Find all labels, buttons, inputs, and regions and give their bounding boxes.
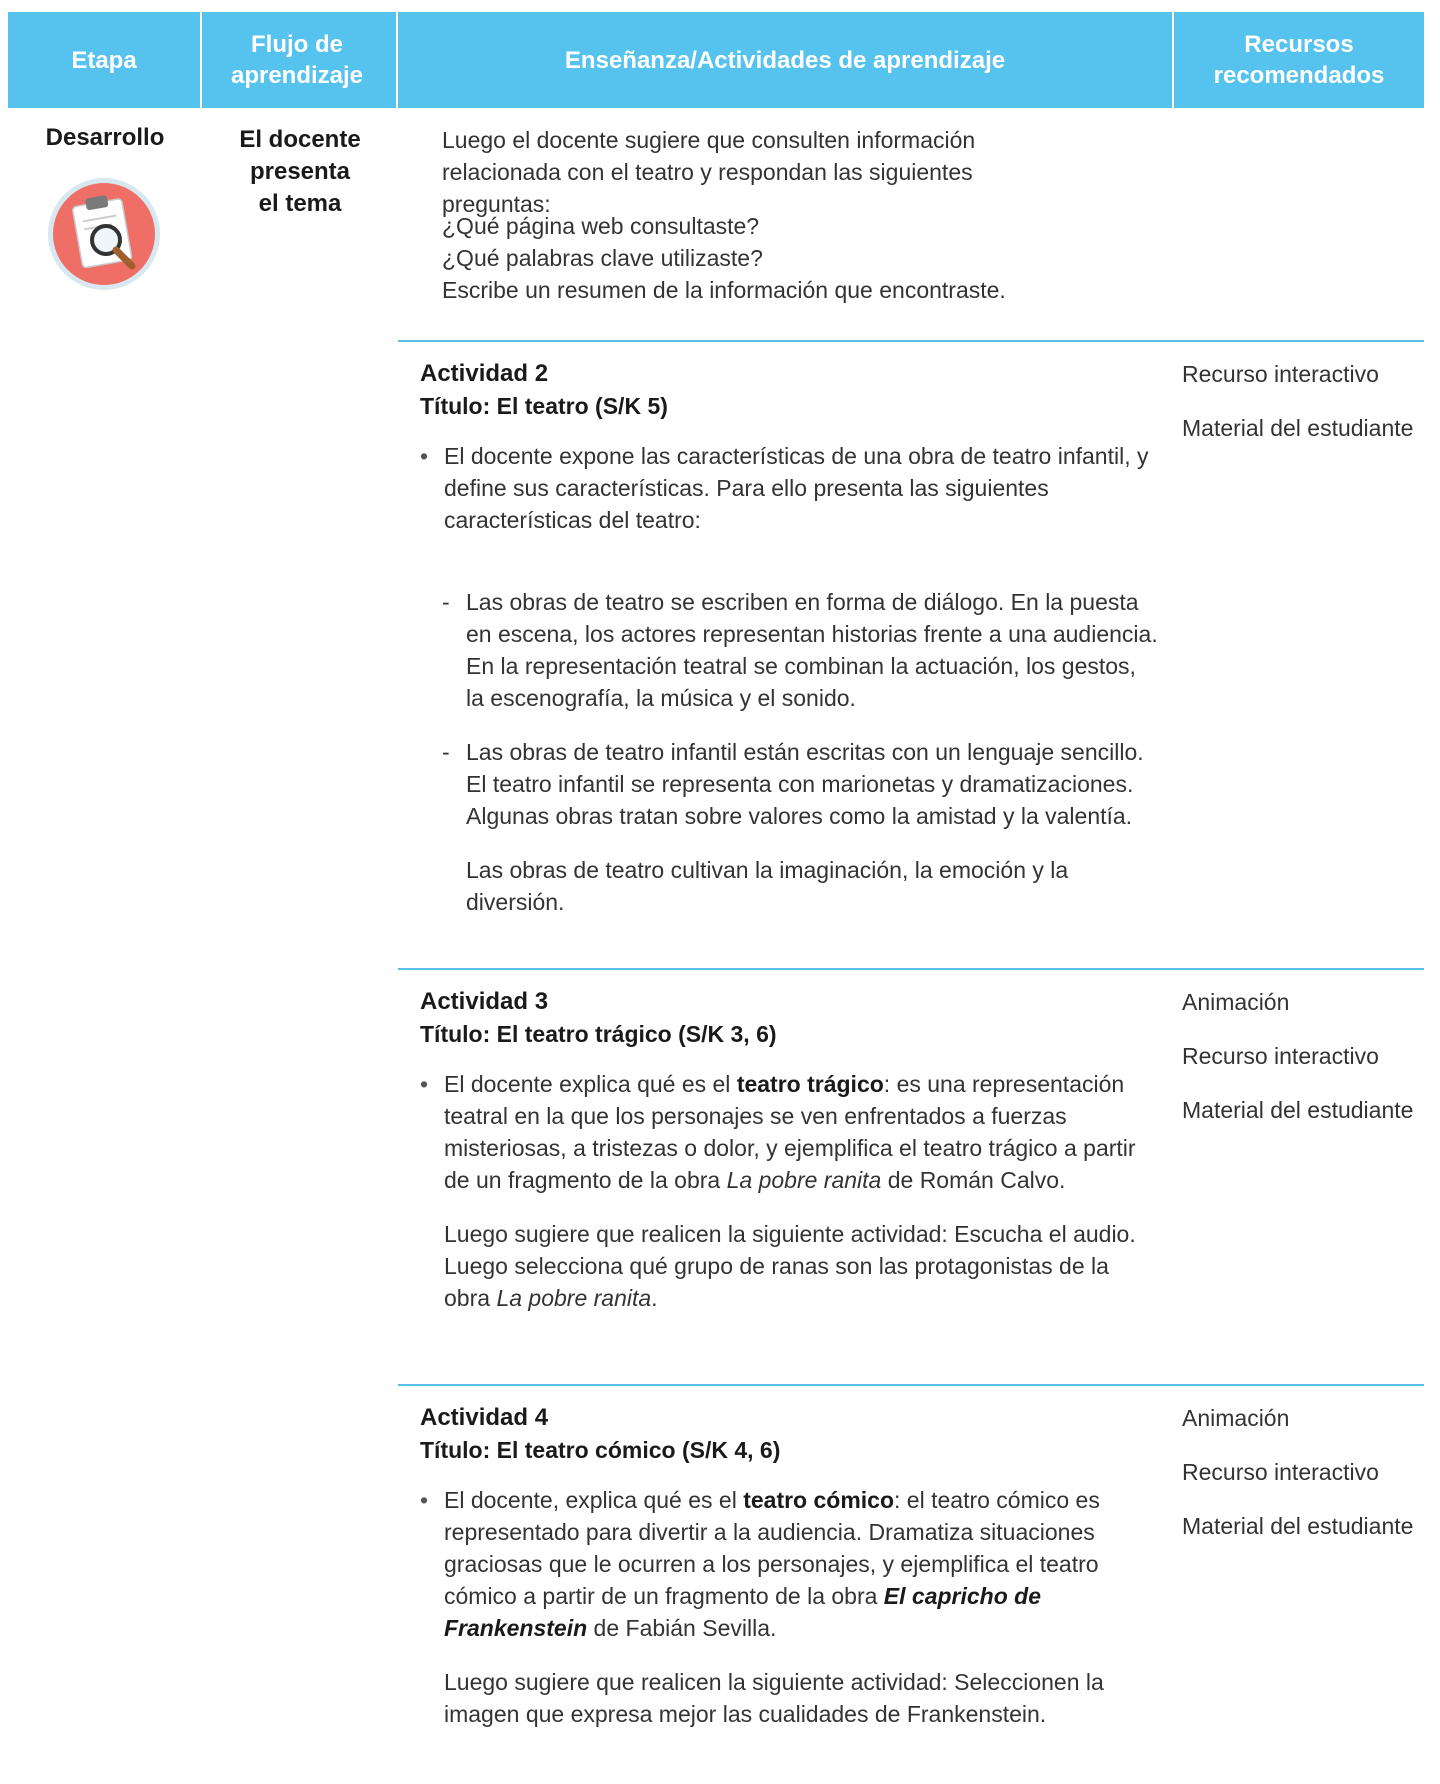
bullet-item: El docente expone las características de…: [420, 440, 1160, 536]
row-divider: [398, 340, 1424, 342]
resources-activity-2: Recurso interactivo Material del estudia…: [1182, 358, 1422, 466]
header-actividades: Enseñanza/Actividades de aprendizaje: [564, 46, 1006, 74]
bullet-item: El docente explica qué es el teatro trág…: [420, 1068, 1160, 1196]
paragraph: Luego sugiere que realicen la siguiente …: [444, 1669, 1104, 1727]
activity-subtitle: Título: El teatro trágico (S/K 3, 6): [420, 1021, 777, 1047]
intro-question-2: ¿Qué palabras clave utilizaste?: [442, 245, 763, 271]
text-run: de Fabián Sevilla.: [587, 1615, 777, 1641]
resource-item: Material del estudiante: [1182, 1513, 1414, 1539]
key-term: teatro cómico: [743, 1487, 895, 1513]
resources-activity-4: Animación Recurso interactivo Material d…: [1182, 1402, 1422, 1564]
paragraph: Luego sugiere que realicen la siguiente …: [420, 1218, 1160, 1314]
flow-label: El docente presenta el tema: [239, 126, 361, 217]
header-recursos: Recursos recomendados: [1213, 31, 1385, 89]
clipboard-magnifier-icon: [48, 178, 160, 290]
dash-item: Las obras de teatro se escriben en forma…: [420, 586, 1160, 714]
text-run: El docente, explica qué es el: [444, 1487, 744, 1513]
text-run: El docente explica qué es el: [444, 1071, 737, 1097]
table-header: Etapa Flujo de aprendizaje Enseñanza/Act…: [8, 12, 1424, 108]
resource-item: Material del estudiante: [1182, 415, 1414, 441]
bullet-item: El docente, explica qué es el teatro cóm…: [420, 1484, 1160, 1644]
activity-2: Actividad 2 Título: El teatro (S/K 5) El…: [420, 358, 1160, 918]
dash-item: Las obras de teatro infantil están escri…: [420, 736, 1160, 832]
intro-question-1: ¿Qué página web consultaste?: [442, 213, 760, 239]
resource-item: Animación: [1182, 1405, 1290, 1431]
resource-item: Recurso interactivo: [1182, 361, 1379, 387]
resource-item: Recurso interactivo: [1182, 1043, 1379, 1069]
activity-subtitle: Título: El teatro (S/K 5): [420, 393, 668, 419]
intro-paragraph: Luego el docente sugiere que consulten i…: [442, 127, 976, 217]
activity-title: Actividad 2: [420, 360, 549, 387]
text-run: .: [651, 1285, 658, 1311]
row-divider: [398, 1384, 1424, 1386]
work-title: La pobre ranita: [726, 1167, 882, 1193]
resources-activity-3: Animación Recurso interactivo Material d…: [1182, 986, 1422, 1148]
resource-item: Material del estudiante: [1182, 1097, 1414, 1123]
activity-subtitle: Título: El teatro cómico (S/K 4, 6): [420, 1437, 781, 1463]
header-flujo: Flujo de aprendizaje: [230, 31, 364, 89]
header-etapa: Etapa: [71, 46, 137, 74]
resource-item: Animación: [1182, 989, 1290, 1015]
work-title: La pobre ranita: [496, 1285, 652, 1311]
activity-3: Actividad 3 Título: El teatro trágico (S…: [420, 986, 1160, 1314]
paragraph: Las obras de teatro cultivan la imaginac…: [466, 857, 1069, 915]
stage-label: Desarrollo: [45, 124, 165, 151]
text-run: de Román Calvo.: [881, 1167, 1066, 1193]
row-divider: [398, 968, 1424, 970]
activity-title: Actividad 3: [420, 988, 549, 1015]
key-term: teatro trágico: [736, 1071, 884, 1097]
resource-item: Recurso interactivo: [1182, 1459, 1379, 1485]
activity-4: Actividad 4 Título: El teatro cómico (S/…: [420, 1402, 1160, 1730]
activity-title: Actividad 4: [420, 1404, 549, 1431]
intro-question-3: Escribe un resumen de la información que…: [442, 277, 1006, 303]
